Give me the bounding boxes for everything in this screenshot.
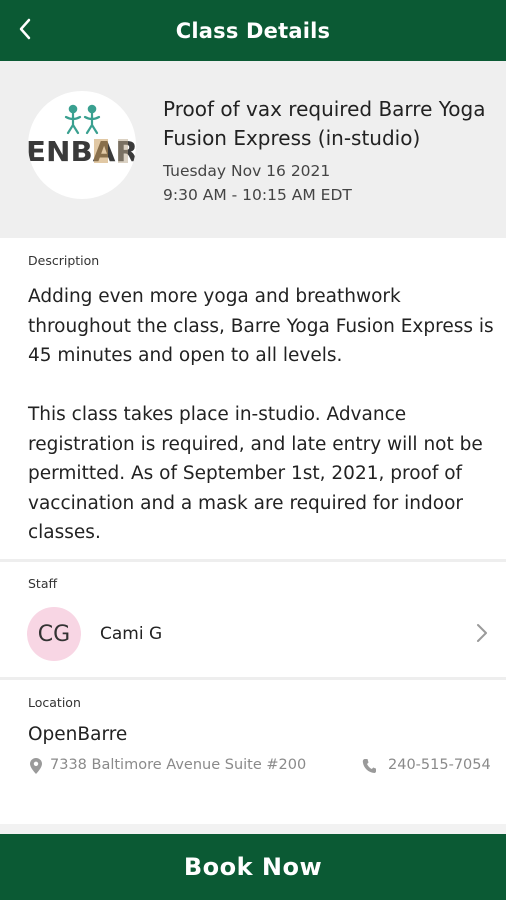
staff-name: Cami G: [100, 624, 163, 644]
description-text: Adding even more yoga and breathwork thr…: [28, 286, 494, 543]
location-address[interactable]: 7338 Baltimore Avenue Suite #200: [50, 757, 306, 773]
top-app-bar: Class Details: [0, 0, 506, 61]
studio-logo: ENBAR: [28, 91, 136, 199]
class-name: Proof of vax required Barre Yoga Fusion …: [163, 97, 486, 150]
chevron-right-icon: [477, 624, 487, 642]
divider: [0, 677, 506, 680]
staff-label: Staff: [28, 576, 58, 591]
book-now-label: Book Now: [183, 853, 323, 881]
class-time: 9:30 AM - 10:15 AM EDT: [163, 186, 352, 204]
chevron-left-icon: [19, 18, 31, 40]
location-label: Location: [28, 695, 81, 710]
phone-icon: [362, 759, 376, 773]
location-name: OpenBarre: [28, 724, 128, 745]
avatar: CG: [27, 607, 81, 661]
location-phone[interactable]: 240-515-7054: [388, 757, 491, 773]
class-date: Tuesday Nov 16 2021: [163, 162, 331, 180]
book-now-button[interactable]: Book Now: [0, 834, 506, 900]
map-pin-icon: [30, 758, 42, 774]
back-button[interactable]: [14, 14, 36, 44]
staff-row[interactable]: CG Cami G: [0, 603, 506, 665]
bottom-strip: [0, 824, 506, 834]
description-label: Description: [28, 253, 100, 268]
divider: [0, 559, 506, 562]
page-title: Class Details: [175, 18, 331, 43]
